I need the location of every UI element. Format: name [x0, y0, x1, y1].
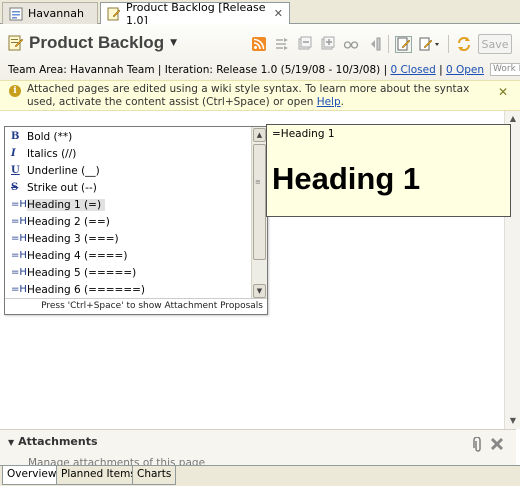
list-item[interactable]: =H Heading 4 (====) — [5, 247, 252, 264]
list-item[interactable]: =H Heading 3 (===) — [5, 230, 252, 247]
edit-menu-icon[interactable] — [418, 36, 442, 53]
content-assist-popup: B Bold (**) I Italics (//) U Underline (… — [4, 126, 268, 315]
rss-feed-icon[interactable] — [250, 36, 267, 53]
paperclip-icon[interactable] — [472, 436, 484, 457]
delete-icon[interactable] — [490, 437, 504, 455]
heading-icon: =H — [11, 233, 27, 244]
proposal-label: Italics (//) — [27, 147, 77, 160]
work-item-icon — [9, 7, 23, 21]
help-link[interactable]: Help — [317, 96, 341, 108]
tab-overview[interactable]: Overview — [2, 466, 62, 485]
chevron-down-icon[interactable]: ▼ — [170, 38, 177, 48]
list-item[interactable]: B Bold (**) — [5, 128, 252, 145]
list-item[interactable]: =H Heading 5 (=====) — [5, 264, 252, 281]
scrollbar-thumb[interactable] — [253, 144, 266, 260]
split-view-icon[interactable] — [365, 36, 382, 53]
heading-icon: =H — [11, 216, 27, 227]
page-title: Product Backlog — [29, 33, 165, 52]
edit-icon[interactable] — [395, 35, 412, 53]
collapse-icon[interactable] — [296, 36, 313, 53]
heading-icon: =H — [11, 267, 27, 278]
editor-tab-bar: Havannah Product Backlog [Release 1.0] ✕ — [0, 0, 520, 27]
tab-label: Havannah — [28, 7, 84, 20]
heading-preview-tooltip: =Heading 1 Heading 1 — [266, 124, 511, 217]
expand-icon[interactable] — [319, 36, 336, 53]
proposal-label: Bold (**) — [27, 130, 73, 143]
workflow-icon[interactable] — [273, 36, 290, 53]
tab-planned-items[interactable]: Planned Items — [56, 466, 141, 485]
work-plan-button[interactable]: Work Plan — [490, 63, 520, 76]
underline-icon: U — [11, 165, 20, 176]
close-icon[interactable]: ✕ — [498, 85, 508, 99]
heading-icon: =H — [11, 284, 27, 295]
info-text: Attached pages are edited using a wiki s… — [27, 83, 492, 109]
bottom-tab-bar: Overview Planned Items Charts — [0, 465, 520, 486]
proposal-label: Heading 4 (====) — [27, 249, 128, 262]
close-icon[interactable]: ✕ — [274, 7, 283, 20]
proposal-label: Heading 2 (==) — [27, 215, 110, 228]
glasses-icon[interactable] — [342, 36, 359, 53]
list-item[interactable]: =H Heading 1 (=) — [5, 196, 252, 213]
scroll-down-icon[interactable]: ▼ — [507, 415, 519, 427]
wiki-page-icon — [107, 7, 121, 21]
list-item[interactable]: S Strike out (--) — [5, 179, 252, 196]
save-button[interactable]: Save — [478, 34, 512, 54]
list-item[interactable]: =H Heading 6 (======) — [5, 281, 252, 298]
popup-footer: Press 'Ctrl+Space' to show Attachment Pr… — [5, 298, 267, 314]
page-title-row: Product Backlog ▼ — [8, 33, 177, 53]
italic-icon: I — [11, 148, 16, 159]
heading-icon: =H — [11, 250, 27, 261]
separator-text: | — [435, 63, 446, 76]
scroll-down-icon[interactable]: ▼ — [253, 284, 266, 298]
attachments-section: ▼ Attachments Manage attachments of this … — [0, 429, 516, 466]
info-suffix: . — [340, 96, 344, 108]
strikethrough-icon: S — [11, 182, 19, 193]
info-icon: i — [9, 85, 21, 97]
proposal-label: Heading 5 (=====) — [27, 266, 137, 279]
attachments-title: Attachments — [18, 435, 98, 448]
proposal-scrollbar[interactable]: ▲ ≡ ▼ — [251, 127, 267, 299]
info-banner: i Attached pages are edited using a wiki… — [0, 80, 520, 111]
tab-label: Product Backlog [Release 1.0] — [126, 0, 266, 27]
proposal-label: Underline (__) — [27, 164, 100, 177]
tab-havannah[interactable]: Havannah — [2, 2, 98, 24]
proposal-label: Heading 3 (===) — [27, 232, 119, 245]
list-item[interactable]: I Italics (//) — [5, 145, 252, 162]
list-item[interactable]: U Underline (__) — [5, 162, 252, 179]
team-area-info: Team Area: Havannah Team | Iteration: Re… — [8, 63, 520, 76]
proposal-list: B Bold (**) I Italics (//) U Underline (… — [5, 127, 252, 299]
scroll-up-icon[interactable]: ▲ — [253, 128, 266, 142]
heading-icon: =H — [11, 199, 27, 210]
editor-toolbar: Save — [250, 34, 512, 54]
bold-icon: B — [11, 131, 20, 142]
editor-header: Product Backlog ▼ Save Team Area: Havann… — [0, 24, 520, 80]
team-iteration-text: Team Area: Havannah Team | Iteration: Re… — [8, 63, 391, 76]
closed-items-link[interactable]: 0 Closed — [390, 64, 435, 76]
info-message: Attached pages are edited using a wiki s… — [27, 83, 470, 108]
open-items-link[interactable]: 0 Open — [446, 64, 484, 76]
grip-icon: ≡ — [255, 178, 261, 186]
proposal-label: Heading 6 (======) — [27, 283, 146, 296]
refresh-icon[interactable] — [455, 36, 472, 53]
attachments-header[interactable]: ▼ Attachments — [8, 435, 98, 448]
toolbar-separator — [448, 35, 449, 53]
tab-product-backlog[interactable]: Product Backlog [Release 1.0] ✕ — [100, 0, 290, 27]
list-item[interactable]: =H Heading 2 (==) — [5, 213, 252, 230]
collapse-triangle-icon[interactable]: ▼ — [8, 438, 14, 447]
wiki-page-icon — [8, 35, 24, 51]
preview-rendered-heading: Heading 1 — [272, 161, 421, 196]
tab-charts[interactable]: Charts — [132, 466, 177, 485]
preview-source: =Heading 1 — [272, 128, 335, 140]
toolbar-separator — [388, 35, 389, 53]
proposal-label: Strike out (--) — [27, 181, 97, 194]
proposal-label: Heading 1 (=) — [27, 198, 106, 211]
